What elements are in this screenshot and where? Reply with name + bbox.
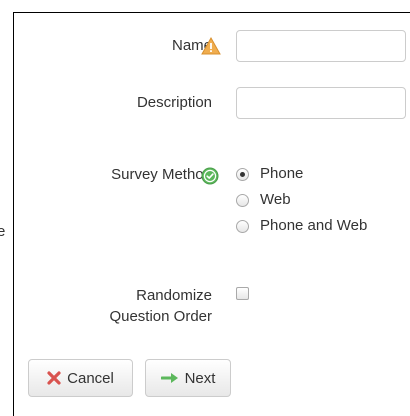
survey-method-option-phone[interactable]: Phone — [236, 164, 303, 184]
name-input[interactable] — [236, 30, 406, 62]
randomize-label: Randomize Question Order — [109, 285, 212, 327]
cancel-button-label: Cancel — [67, 369, 114, 387]
survey-dialog: Name Description Survey Method Phone Web… — [13, 12, 410, 416]
radio-label-phone: Phone — [260, 165, 304, 182]
next-button[interactable]: Next — [145, 359, 231, 397]
arrow-right-icon — [160, 372, 179, 384]
randomize-label-line2: Question Order — [109, 308, 212, 325]
screen: e Name Description Survey Method Phone W… — [0, 0, 410, 416]
description-input[interactable] — [236, 87, 406, 119]
check-circle-icon — [201, 167, 219, 185]
cancel-button[interactable]: Cancel — [28, 359, 133, 397]
randomize-question-order-checkbox[interactable] — [236, 287, 249, 300]
radio-label-phone-and-web: Phone and Web — [260, 217, 368, 234]
next-button-label: Next — [184, 369, 216, 387]
description-label: Description — [136, 94, 212, 111]
x-icon — [47, 371, 61, 385]
survey-method-option-phone-and-web[interactable]: Phone and Web — [236, 216, 367, 236]
radio-web[interactable] — [236, 193, 249, 207]
radio-label-web: Web — [260, 191, 291, 208]
radio-phone-and-web[interactable] — [236, 219, 249, 233]
radio-phone[interactable] — [236, 167, 249, 181]
survey-method-label: Survey Method — [111, 166, 212, 183]
survey-method-option-web[interactable]: Web — [236, 190, 291, 210]
clipped-background-text: e — [0, 223, 6, 240]
warning-icon — [201, 37, 221, 55]
randomize-label-line1: Randomize — [136, 287, 212, 304]
